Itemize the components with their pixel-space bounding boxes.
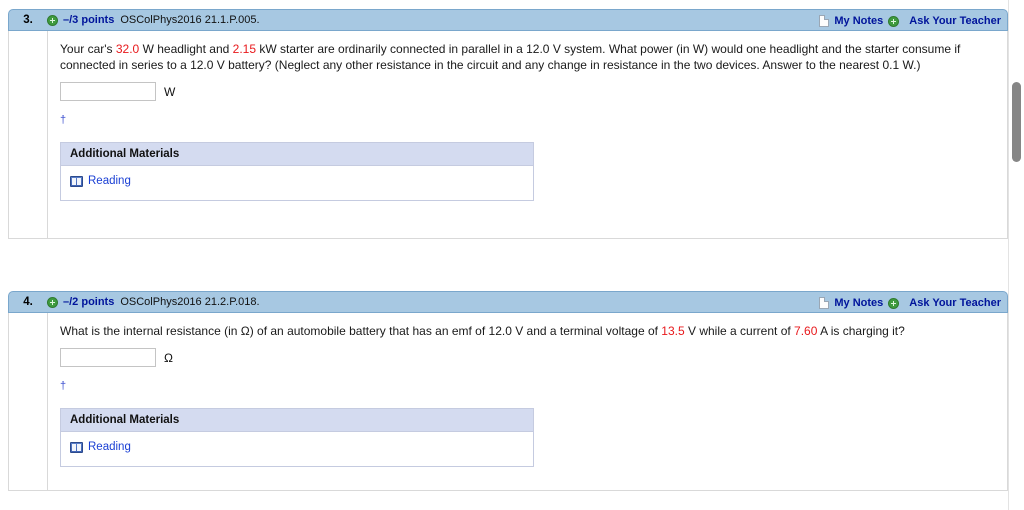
- note-page-icon[interactable]: [819, 297, 830, 309]
- expand-plus-icon[interactable]: [47, 296, 58, 308]
- question-prompt: Your car's 32.0 W headlight and 2.15 kW …: [60, 41, 995, 73]
- question-header-3: 3. –/3 points OSColPhys2016 21.1.P.005. …: [8, 9, 1008, 31]
- question-body-3: Your car's 32.0 W headlight and 2.15 kW …: [8, 31, 1008, 239]
- highlighted-value: 7.60: [794, 324, 818, 338]
- reading-label: Reading: [88, 175, 131, 187]
- highlighted-value: 13.5: [661, 324, 685, 338]
- footnote-dagger[interactable]: †: [60, 380, 66, 392]
- my-notes-link[interactable]: My Notes: [834, 15, 883, 27]
- question-body-4: What is the internal resistance (in Ω) o…: [8, 313, 1008, 491]
- additional-materials-body: Reading: [61, 166, 533, 200]
- highlighted-value: 32.0: [115, 42, 140, 56]
- my-notes-link[interactable]: My Notes: [834, 297, 883, 309]
- homework-page: 3. –/3 points OSColPhys2016 21.1.P.005. …: [0, 0, 1024, 510]
- question-left-rail: [9, 313, 48, 490]
- question-number: 4.: [23, 296, 33, 308]
- question-left-rail: [9, 31, 48, 238]
- book-icon: [70, 441, 83, 453]
- question-content: What is the internal resistance (in Ω) o…: [48, 313, 1007, 481]
- ask-your-teacher-link[interactable]: Ask Your Teacher: [909, 15, 1001, 27]
- answer-input[interactable]: [60, 348, 156, 367]
- additional-materials-panel: Additional Materials Reading: [60, 142, 534, 201]
- prompt-text: Your car's: [60, 42, 116, 56]
- expand-plus-icon[interactable]: [47, 14, 58, 26]
- answer-input[interactable]: [60, 82, 156, 101]
- question-prompt: What is the internal resistance (in Ω) o…: [60, 323, 995, 339]
- highlighted-value: 2.15: [232, 42, 256, 56]
- answer-row: W: [60, 82, 995, 101]
- ask-your-teacher-link[interactable]: Ask Your Teacher: [909, 297, 1001, 309]
- prompt-text: What is the internal resistance (in Ω) o…: [60, 324, 662, 338]
- prompt-text: V while a current of: [684, 324, 795, 338]
- additional-materials-title: Additional Materials: [61, 409, 533, 432]
- question-header-actions: My Notes Ask Your Teacher: [819, 292, 1001, 314]
- additional-materials-title: Additional Materials: [61, 143, 533, 166]
- reading-link[interactable]: Reading: [70, 175, 131, 187]
- question-header-4: 4. –/2 points OSColPhys2016 21.2.P.018. …: [8, 291, 1008, 313]
- question-code: OSColPhys2016 21.1.P.005.: [120, 14, 260, 26]
- answer-row: Ω: [60, 348, 995, 367]
- question-number: 3.: [23, 14, 33, 26]
- answer-unit: Ω: [164, 350, 173, 365]
- ask-teacher-plus-icon[interactable]: [888, 297, 900, 309]
- additional-materials-panel: Additional Materials Reading: [60, 408, 534, 467]
- answer-unit: W: [164, 84, 176, 99]
- footnote-dagger[interactable]: †: [60, 114, 66, 126]
- note-page-icon[interactable]: [819, 15, 830, 27]
- question-block-3: 3. –/3 points OSColPhys2016 21.1.P.005. …: [8, 9, 1008, 239]
- reading-label: Reading: [88, 441, 131, 453]
- question-code: OSColPhys2016 21.2.P.018.: [120, 296, 260, 308]
- additional-materials-body: Reading: [61, 432, 533, 466]
- question-content: Your car's 32.0 W headlight and 2.15 kW …: [48, 31, 1007, 215]
- vertical-scrollbar-thumb[interactable]: [1012, 82, 1021, 162]
- question-points: –/2 points: [63, 296, 115, 308]
- reading-link[interactable]: Reading: [70, 441, 131, 453]
- question-block-4: 4. –/2 points OSColPhys2016 21.2.P.018. …: [8, 291, 1008, 491]
- ask-teacher-plus-icon[interactable]: [888, 15, 900, 27]
- question-header-actions: My Notes Ask Your Teacher: [819, 10, 1001, 32]
- book-icon: [70, 175, 83, 187]
- prompt-text: W headlight and: [139, 42, 233, 56]
- prompt-text: A is charging it?: [817, 324, 905, 338]
- vertical-scrollbar-track[interactable]: [1008, 0, 1024, 510]
- question-points: –/3 points: [63, 14, 115, 26]
